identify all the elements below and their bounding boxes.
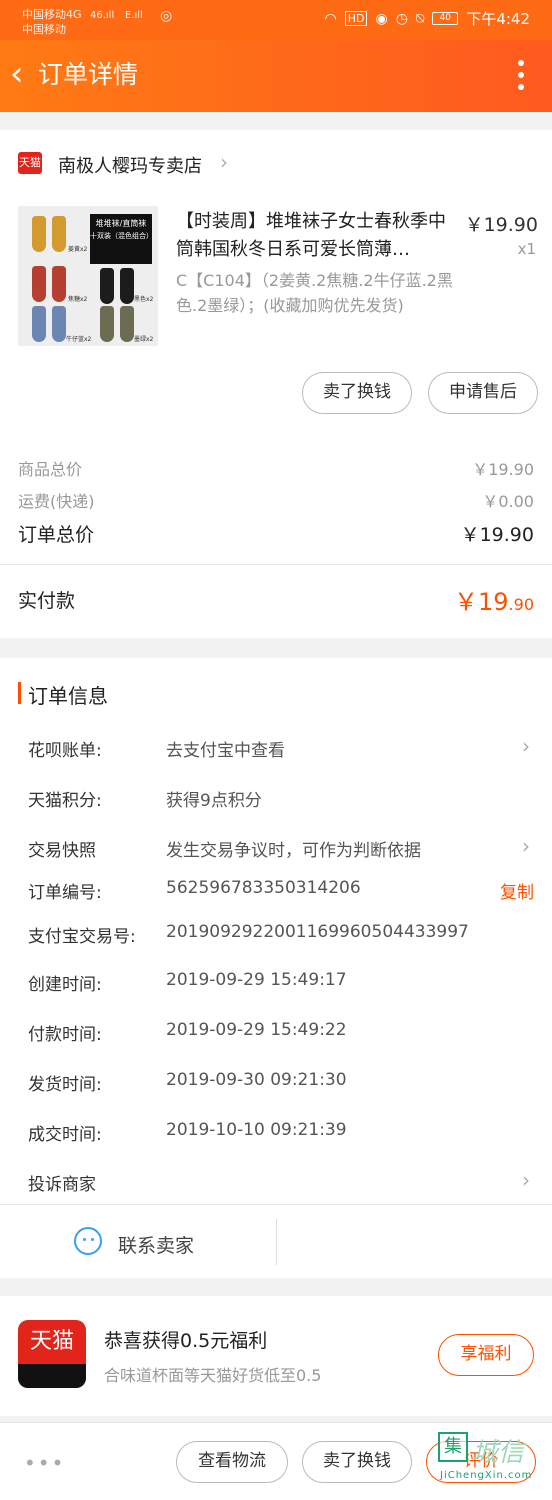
watermark-url: JiChengXin.com xyxy=(440,1470,533,1481)
order-product-card: 天猫 南极人樱玛专卖店 › 堆堆袜/直筒袜 十双装（混色组合） 姜黄x2 焦糖x… xyxy=(0,130,552,638)
order-info-card: 订单信息 花呗账单: 去支付宝中查看 › 天猫积分: 获得9点积分 交易快照 发… xyxy=(0,658,552,1278)
info-label: 创建时间: xyxy=(28,975,102,995)
info-label: 订单编号: xyxy=(28,883,102,903)
order-total-value: ￥19.90 xyxy=(460,524,534,546)
more-menu-icon[interactable] xyxy=(518,60,524,90)
alarm-icon: ◷ xyxy=(395,10,408,27)
tmall-badge-icon: 天猫 xyxy=(18,152,42,174)
order-total-label: 订单总价 xyxy=(18,524,95,546)
contact-seller-button[interactable]: 联系卖家 xyxy=(0,1204,552,1278)
section-accent-bar xyxy=(18,682,21,704)
huabei-link[interactable]: 去支付宝中查看 xyxy=(166,736,285,761)
shipping-label: 运费(快递) xyxy=(18,492,95,511)
store-name[interactable]: 南极人樱玛专卖店 xyxy=(58,152,202,178)
info-label: 成交时间: xyxy=(28,1125,102,1145)
info-label: 花呗账单: xyxy=(28,741,102,761)
snapshot-link[interactable]: 发生交易争议时，可作为判断依据 xyxy=(166,836,421,861)
info-label: 支付宝交易号: xyxy=(28,927,136,947)
created-time: 2019-09-29 15:49:17 xyxy=(166,970,347,990)
chat-icon xyxy=(74,1227,102,1255)
product-quantity: x1 xyxy=(517,240,536,258)
after-sale-button[interactable]: 申请售后 xyxy=(428,372,538,414)
status-bar: 中国移动4G 中国移动 46.ıll E.ıll ◎ ◠ HD ◉ ◷ ⍉ 40… xyxy=(0,0,552,40)
promo-card: 天猫 恭喜获得0.5元福利 合味道杯面等天猫好货低至0.5 享福利 xyxy=(0,1296,552,1416)
thumbnail-label: 牛仔蓝x2 xyxy=(66,336,92,343)
paid-amount: ￥19.90 xyxy=(454,582,534,617)
paid-time: 2019-09-29 15:49:22 xyxy=(166,1020,347,1040)
chevron-right-icon[interactable]: › xyxy=(522,1168,530,1192)
product-sku: C【C104】（2姜黄.2焦糖.2牛仔蓝.2黑色.2墨绿）；(收藏加购优先发货) xyxy=(176,271,453,315)
divider xyxy=(276,1219,277,1265)
info-label: 发货时间: xyxy=(28,1075,102,1095)
signal-icon-2: E.ıll xyxy=(125,10,143,21)
promo-subtitle: 合味道杯面等天猫好货低至0.5 xyxy=(104,1366,322,1385)
product-price: ￥19.90 xyxy=(464,214,538,236)
thumbnail-label: 姜黄x2 xyxy=(68,246,88,253)
headset-icon: ◠ xyxy=(324,10,337,27)
resell-button[interactable]: 卖了换钱 xyxy=(302,1441,412,1483)
order-info-title: 订单信息 xyxy=(28,684,108,708)
product-title[interactable]: 【时装周】堆堆袜子女士春秋季中筒韩国秋冬日系可爱长筒薄… xyxy=(176,208,456,264)
more-actions-icon[interactable]: ••• xyxy=(24,1451,65,1475)
info-label: 天猫积分: xyxy=(28,791,102,811)
paid-amount-decimal: .90 xyxy=(508,595,534,614)
goods-total-value: ￥19.90 xyxy=(472,460,534,479)
claim-benefit-button[interactable]: 享福利 xyxy=(438,1334,534,1376)
battery-icon: 40 xyxy=(432,12,459,25)
nav-bar: ‹ 订单详情 xyxy=(0,40,552,112)
back-arrow-icon[interactable]: ‹ xyxy=(10,56,24,92)
signal-icon-1: 46.ıll xyxy=(90,10,115,21)
eye-icon: ◉ xyxy=(375,10,388,27)
tmall-cat-face xyxy=(18,1364,86,1388)
alipay-trade-number: 2019092922001169960504433997 xyxy=(166,922,469,942)
carrier-label-2: 中国移动 xyxy=(22,23,66,36)
thumbnail-label: 黑色x2 xyxy=(134,296,154,303)
thumbnail-banner-title: 堆堆袜/直筒袜 xyxy=(95,219,147,228)
paid-label: 实付款 xyxy=(18,590,76,612)
copy-button[interactable]: 复制 xyxy=(500,878,534,903)
info-label: 交易快照 xyxy=(28,841,96,861)
goods-total-label: 商品总价 xyxy=(18,460,83,479)
promo-title: 恭喜获得0.5元福利 xyxy=(104,1330,268,1352)
shipped-time: 2019-09-30 09:21:30 xyxy=(166,1070,347,1090)
thumbnail-label: 墨绿x2 xyxy=(134,336,154,343)
chevron-right-icon[interactable]: › xyxy=(220,150,228,174)
info-label: 付款时间: xyxy=(28,1025,102,1045)
thumbnail-banner-sub: 十双装（混色组合） xyxy=(90,232,153,240)
chevron-right-icon[interactable]: › xyxy=(522,734,530,758)
divider xyxy=(0,564,552,565)
resell-button[interactable]: 卖了换钱 xyxy=(302,372,412,414)
wifi-icon: ◎ xyxy=(160,8,173,24)
tmall-logo-icon: 天猫 xyxy=(18,1320,86,1388)
paid-amount-integer: ￥19 xyxy=(454,588,509,616)
watermark-logo-icon: 集 xyxy=(438,1432,468,1462)
product-thumbnail[interactable]: 堆堆袜/直筒袜 十双装（混色组合） 姜黄x2 焦糖x2 黑色x2 牛仔蓝x2 墨… xyxy=(18,206,158,346)
thumbnail-banner: 堆堆袜/直筒袜 十双装（混色组合） xyxy=(90,214,153,264)
thumbnail-label: 焦糖x2 xyxy=(68,296,88,303)
page-title: 订单详情 xyxy=(38,60,139,89)
clock: 下午4:42 xyxy=(466,10,530,28)
mute-icon: ⍉ xyxy=(415,10,425,27)
tmall-logo-text: 天猫 xyxy=(29,1329,74,1354)
info-value: 获得9点积分 xyxy=(166,791,262,811)
shipping-value: ￥0.00 xyxy=(482,492,534,511)
view-logistics-button[interactable]: 查看物流 xyxy=(176,1441,288,1483)
deal-time: 2019-10-10 09:21:39 xyxy=(166,1120,347,1140)
status-icons: ◠ HD ◉ ◷ ⍉ 40 下午4:42 xyxy=(325,8,531,29)
carrier-label-1: 中国移动4G xyxy=(22,8,82,21)
contact-seller-label: 联系卖家 xyxy=(118,1235,195,1257)
complain-seller-link[interactable]: 投诉商家 xyxy=(28,1170,96,1195)
hd-icon: HD xyxy=(344,11,368,26)
order-number: 562596783350314206 xyxy=(166,878,361,898)
watermark: 集 城信 JiChengXin.com xyxy=(436,1428,552,1488)
chevron-right-icon[interactable]: › xyxy=(522,834,530,858)
watermark-text: 城信 xyxy=(472,1438,525,1468)
